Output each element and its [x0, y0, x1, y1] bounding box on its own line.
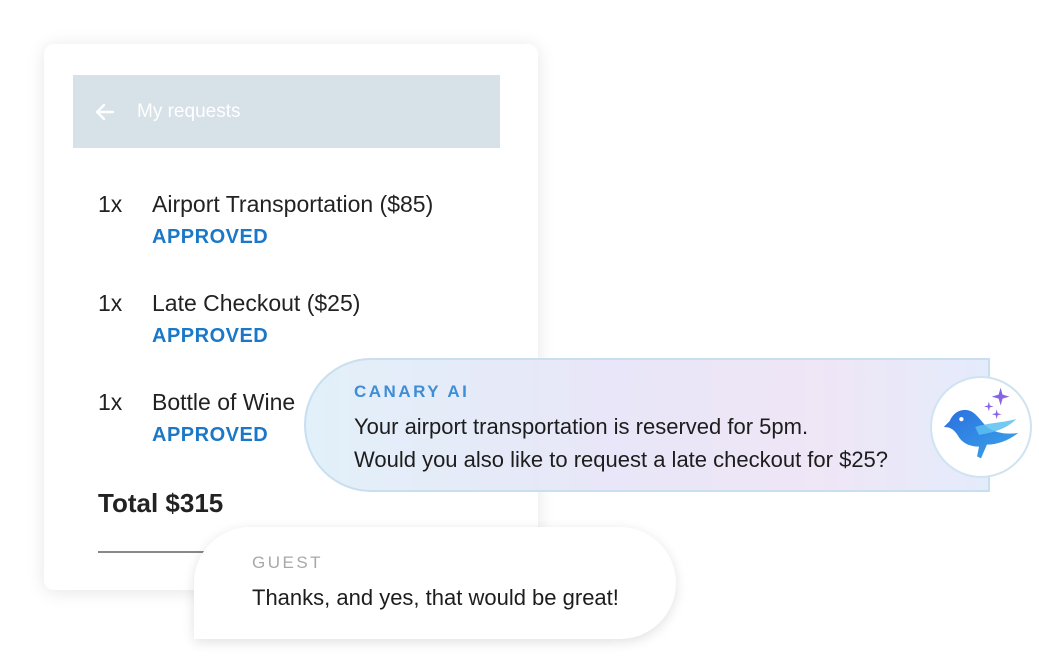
request-name: Airport Transportation ($85): [152, 191, 434, 217]
avatar: [930, 376, 1032, 478]
request-name: Late Checkout ($25): [152, 290, 361, 316]
ai-message-line: Would you also like to request a late ch…: [354, 447, 889, 472]
guest-sender-label: GUEST: [252, 553, 324, 572]
ai-sender-label: CANARY AI: [354, 382, 470, 401]
total-amount: Total $315: [98, 488, 224, 518]
canary-bird-icon: [943, 387, 1019, 459]
guest-message-bubble: GUEST Thanks, and yes, that would be gre…: [194, 527, 676, 639]
request-qty: 1x: [98, 290, 123, 316]
requests-card: My requests 1x Airport Transportation ($…: [44, 44, 538, 590]
arrow-left-icon[interactable]: [93, 100, 117, 124]
status-badge: APPROVED: [152, 424, 269, 446]
page-title: My requests: [137, 101, 241, 122]
status-badge: APPROVED: [152, 226, 269, 248]
status-badge: APPROVED: [152, 325, 269, 347]
ai-message-bubble: CANARY AI Your airport transportation is…: [304, 358, 990, 492]
request-name: Bottle of Wine: [152, 389, 296, 415]
requests-header: My requests: [73, 75, 500, 148]
ai-message-line: Your airport transportation is reserved …: [354, 414, 809, 439]
guest-message-text: Thanks, and yes, that would be great!: [252, 585, 619, 610]
request-qty: 1x: [98, 191, 123, 217]
request-qty: 1x: [98, 389, 123, 415]
